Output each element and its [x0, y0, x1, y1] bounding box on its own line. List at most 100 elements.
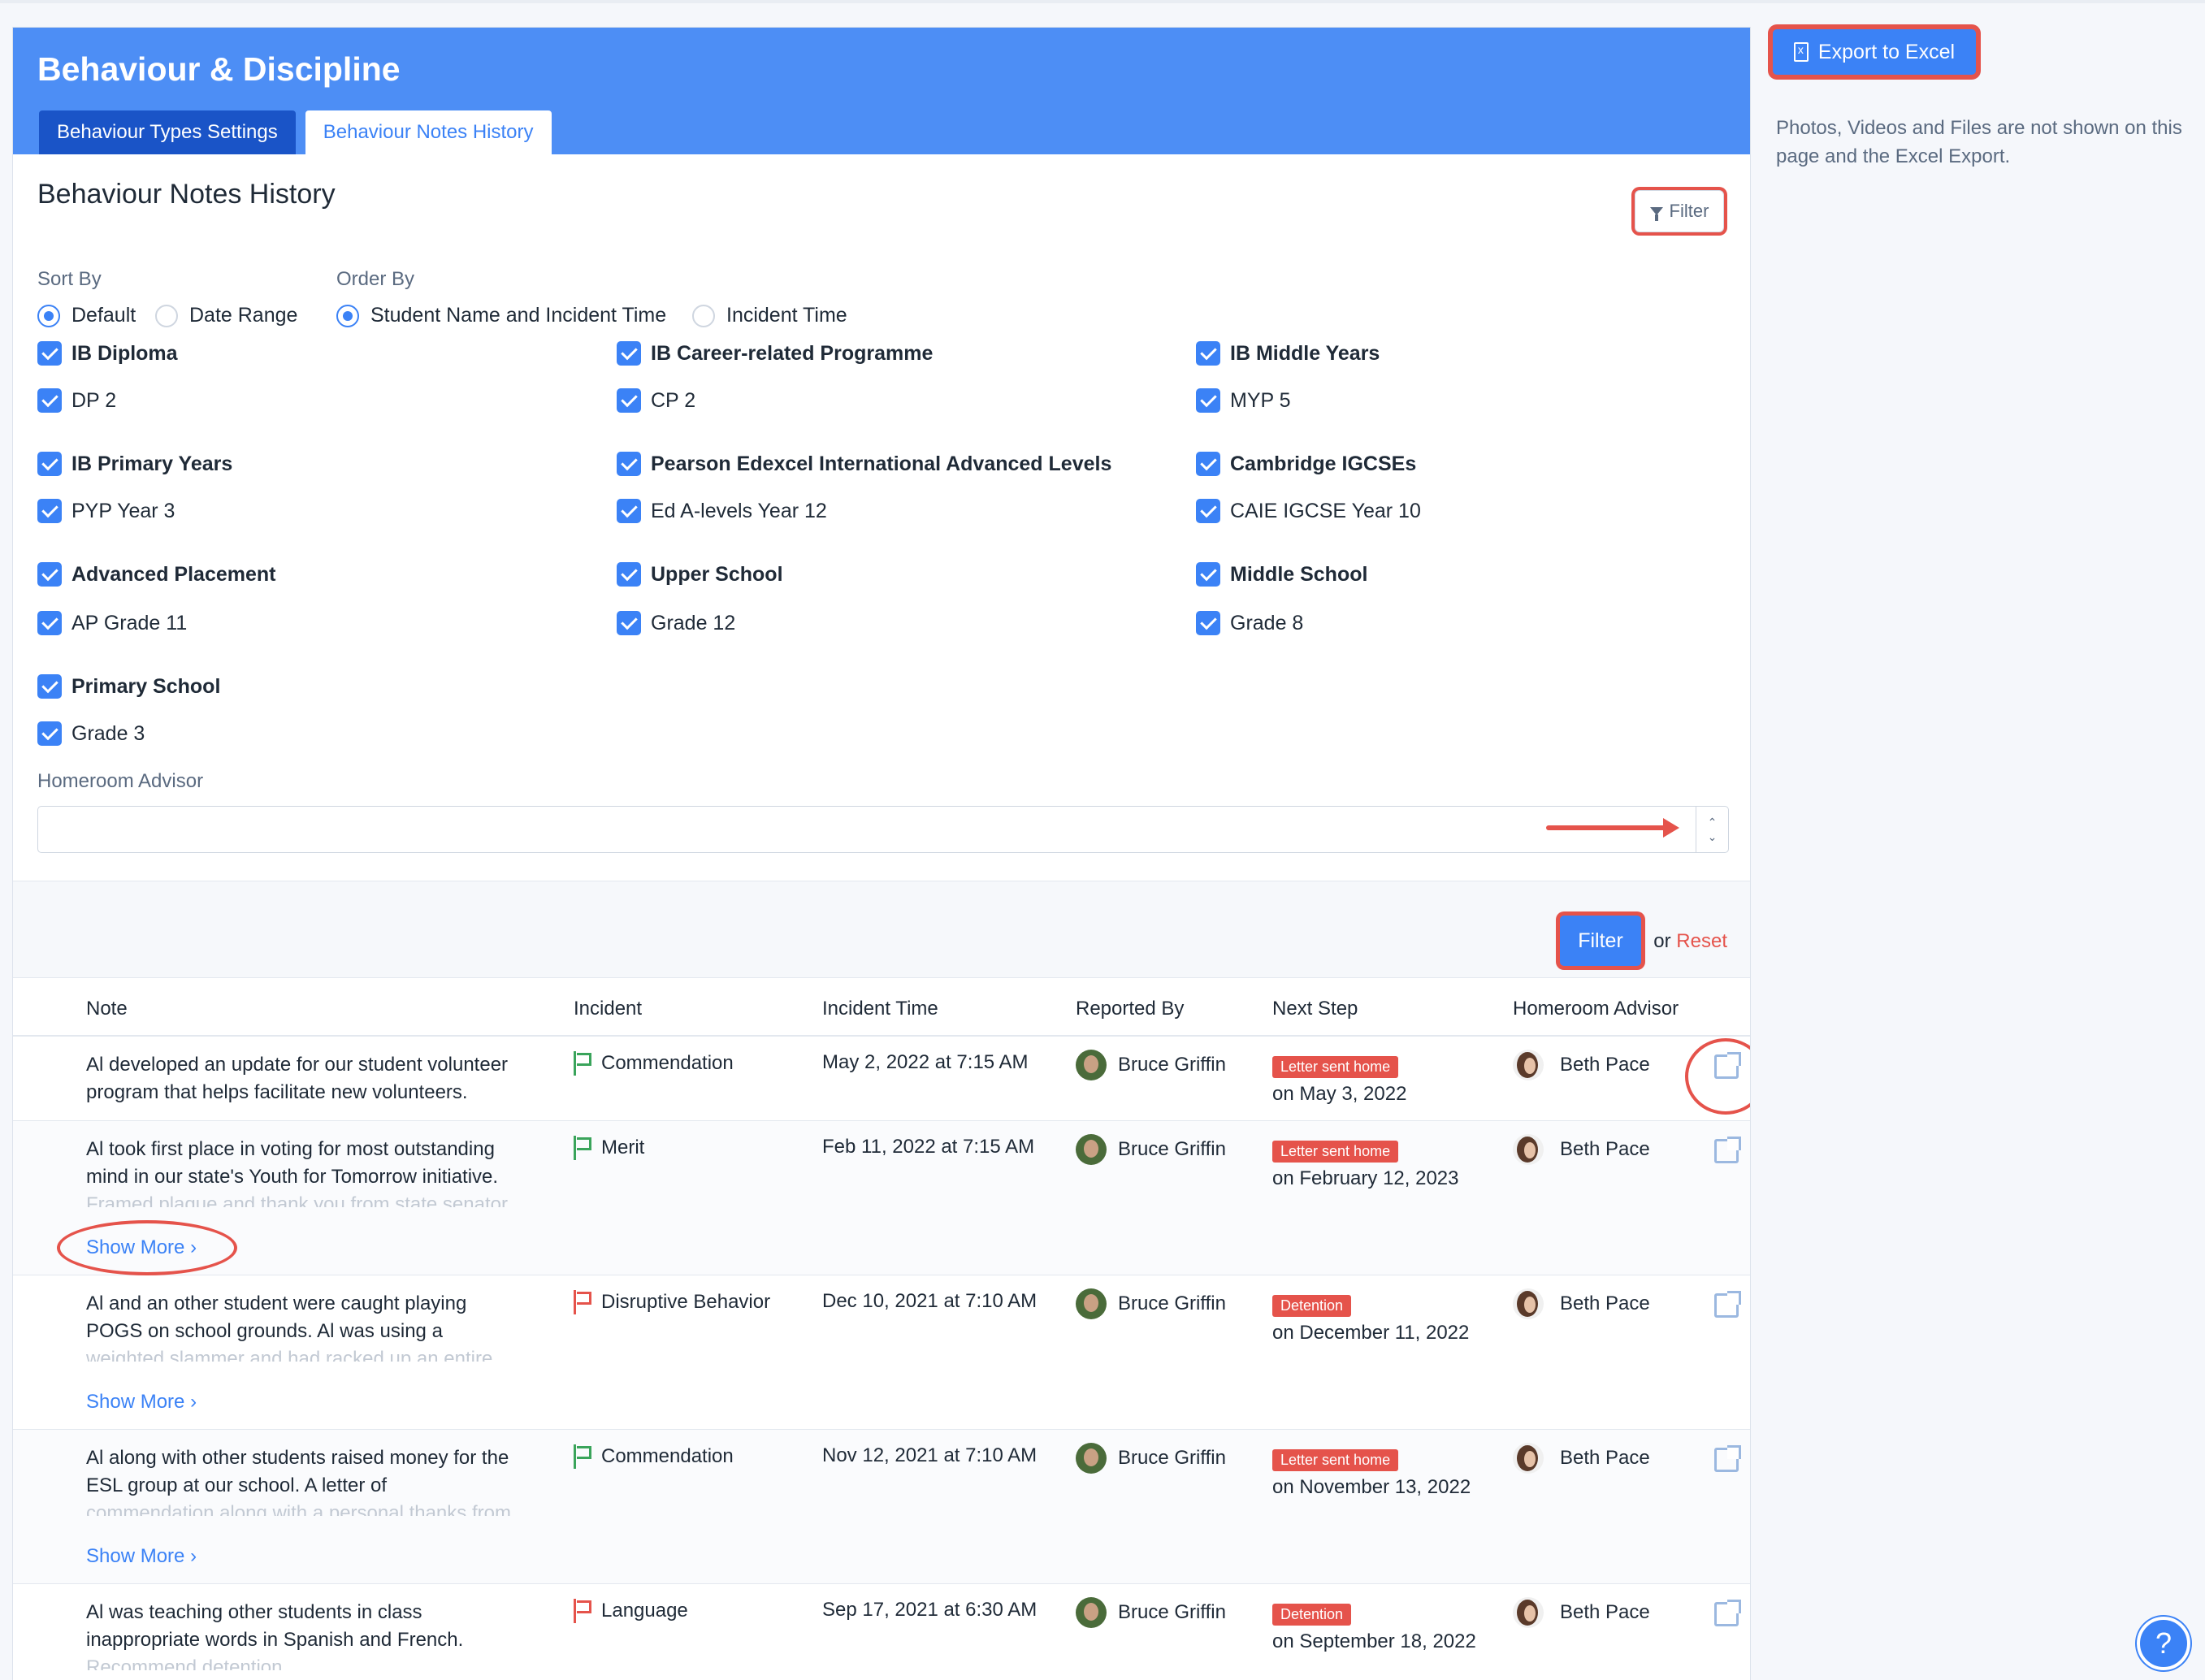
sort-by-date-range-option[interactable]: Date Range — [155, 304, 297, 327]
reported-by-cell: Bruce Griffin — [1076, 1597, 1226, 1628]
table-row[interactable]: Al took first place in voting for most o… — [13, 1121, 1750, 1275]
grade-checkbox[interactable]: DP 2 — [37, 388, 116, 413]
filter-toggle-button[interactable]: Filter — [1635, 190, 1724, 232]
spinner-arrows-icon[interactable]: ⌃ ⌄ — [1696, 807, 1728, 852]
table-row[interactable]: Al and an other student were caught play… — [13, 1275, 1750, 1430]
avatar — [1513, 1288, 1544, 1319]
checkbox-checked-icon[interactable] — [37, 611, 62, 635]
checkbox-checked-icon[interactable] — [1196, 562, 1220, 587]
sort-by-default-option[interactable]: Default — [37, 304, 136, 327]
show-more-link[interactable]: Show More › — [86, 1391, 197, 1414]
filter-action-bar: Filter or Reset — [13, 881, 1750, 978]
radio-unselected-icon[interactable] — [692, 304, 715, 327]
column-header-reported-by[interactable]: Reported By — [1076, 998, 1184, 1020]
checkbox-checked-icon[interactable] — [617, 388, 641, 413]
column-header-incident[interactable]: Incident — [574, 998, 642, 1020]
reported-by-cell: Bruce Griffin — [1076, 1050, 1226, 1080]
grade-checkbox[interactable]: CP 2 — [617, 388, 695, 413]
checkbox-checked-icon[interactable] — [1196, 452, 1220, 476]
grade-checkbox[interactable]: Grade 8 — [1196, 611, 1303, 635]
programme-checkbox[interactable]: IB Diploma — [37, 341, 178, 366]
checkbox-checked-icon[interactable] — [37, 499, 62, 523]
programme-checkbox[interactable]: Middle School — [1196, 562, 1367, 587]
programme-checkbox[interactable]: Cambridge IGCSEs — [1196, 452, 1416, 476]
checkbox-checked-icon[interactable] — [1196, 499, 1220, 523]
chevron-right-icon: › — [190, 1391, 197, 1413]
avatar — [1076, 1288, 1107, 1319]
homeroom-advisor-cell: Beth Pace — [1513, 1597, 1650, 1628]
programme-checkbox[interactable]: IB Career-related Programme — [617, 341, 933, 366]
radio-unselected-icon[interactable] — [155, 304, 178, 327]
tab-behaviour-notes-history[interactable]: Behaviour Notes History — [305, 110, 552, 154]
checkbox-checked-icon[interactable] — [37, 674, 62, 699]
grade-checkbox[interactable]: PYP Year 3 — [37, 499, 175, 523]
checkbox-checked-icon[interactable] — [37, 452, 62, 476]
filter-button[interactable]: Filter — [1560, 916, 1641, 966]
checkbox-checked-icon[interactable] — [617, 562, 641, 587]
note-line: mind in our state's Youth for Tomorrow i… — [86, 1166, 499, 1188]
next-step-cell: Detention on September 18, 2022 — [1272, 1602, 1476, 1653]
order-student-name-option[interactable]: Student Name and Incident Time — [336, 304, 666, 327]
note-line: Al developed an update for our student v… — [86, 1054, 509, 1076]
column-header-note[interactable]: Note — [86, 998, 128, 1020]
external-link-icon[interactable] — [1714, 1291, 1741, 1318]
reported-by-cell: Bruce Griffin — [1076, 1443, 1226, 1474]
checkbox-checked-icon[interactable] — [37, 388, 62, 413]
external-link-icon[interactable] — [1714, 1137, 1741, 1163]
grade-checkbox[interactable]: Grade 12 — [617, 611, 735, 635]
programme-checkbox[interactable]: IB Primary Years — [37, 452, 232, 476]
flag-icon — [574, 1290, 593, 1314]
order-incident-time-label: Incident Time — [726, 304, 847, 327]
checkbox-checked-icon[interactable] — [37, 562, 62, 587]
sort-default-label: Default — [71, 304, 136, 327]
grade-checkbox[interactable]: AP Grade 11 — [37, 611, 187, 635]
column-header-homeroom-advisor[interactable]: Homeroom Advisor — [1513, 998, 1679, 1020]
checkbox-checked-icon[interactable] — [617, 499, 641, 523]
column-header-incident-time[interactable]: Incident Time — [822, 998, 938, 1020]
table-row[interactable]: Al was teaching other students in class … — [13, 1584, 1750, 1680]
show-more-link[interactable]: Show More › — [86, 1545, 197, 1568]
programme-checkbox[interactable]: Primary School — [37, 674, 220, 699]
column-header-next-step[interactable]: Next Step — [1272, 998, 1358, 1020]
grade-checkbox[interactable]: Ed A-levels Year 12 — [617, 499, 827, 523]
incident-cell: Commendation — [574, 1444, 734, 1469]
annotation-circle — [57, 1220, 237, 1275]
checkbox-checked-icon[interactable] — [617, 611, 641, 635]
programme-checkbox[interactable]: Advanced Placement — [37, 562, 276, 587]
note-line-faded: Recommend detention. — [86, 1656, 288, 1670]
avatar — [1076, 1050, 1107, 1080]
checkbox-checked-icon[interactable] — [1196, 388, 1220, 413]
external-link-icon[interactable] — [1714, 1600, 1741, 1626]
programme-label: IB Career-related Programme — [651, 341, 934, 365]
radio-selected-icon[interactable] — [37, 304, 60, 327]
checkbox-checked-icon[interactable] — [1196, 611, 1220, 635]
checkbox-checked-icon[interactable] — [1196, 341, 1220, 366]
reset-link[interactable]: Reset — [1676, 930, 1727, 952]
checkbox-checked-icon[interactable] — [37, 721, 62, 746]
grade-label: Grade 12 — [651, 611, 736, 634]
homeroom-advisor-select[interactable]: ⌃ ⌄ — [37, 806, 1729, 853]
grade-checkbox[interactable]: Grade 3 — [37, 721, 145, 746]
help-icon[interactable]: ? — [2137, 1617, 2190, 1670]
table-row[interactable]: Al along with other students raised mone… — [13, 1430, 1750, 1584]
checkbox-checked-icon[interactable] — [37, 341, 62, 366]
checkbox-checked-icon[interactable] — [617, 341, 641, 366]
programme-checkbox[interactable]: Pearson Edexcel International Advanced L… — [617, 452, 1111, 476]
radio-selected-icon[interactable] — [336, 304, 359, 327]
sort-by-label: Sort By — [37, 268, 102, 290]
status-badge: Detention — [1272, 1604, 1352, 1626]
order-incident-time-option[interactable]: Incident Time — [692, 304, 847, 327]
export-to-excel-button[interactable]: Export to Excel — [1773, 29, 1976, 75]
table-row[interactable]: Al developed an update for our student v… — [13, 1037, 1750, 1121]
programme-checkbox[interactable]: IB Middle Years — [1196, 341, 1380, 366]
tab-behaviour-types-settings[interactable]: Behaviour Types Settings — [39, 110, 296, 154]
external-link-icon[interactable] — [1714, 1445, 1741, 1472]
checkbox-checked-icon[interactable] — [617, 452, 641, 476]
avatar — [1513, 1050, 1544, 1080]
incident-label: Commendation — [601, 1445, 734, 1467]
grade-checkbox[interactable]: MYP 5 — [1196, 388, 1291, 413]
grade-checkbox[interactable]: CAIE IGCSE Year 10 — [1196, 499, 1421, 523]
programme-checkbox[interactable]: Upper School — [617, 562, 783, 587]
incident-time: May 2, 2022 at 7:15 AM — [822, 1051, 1029, 1073]
flag-icon — [574, 1599, 593, 1623]
